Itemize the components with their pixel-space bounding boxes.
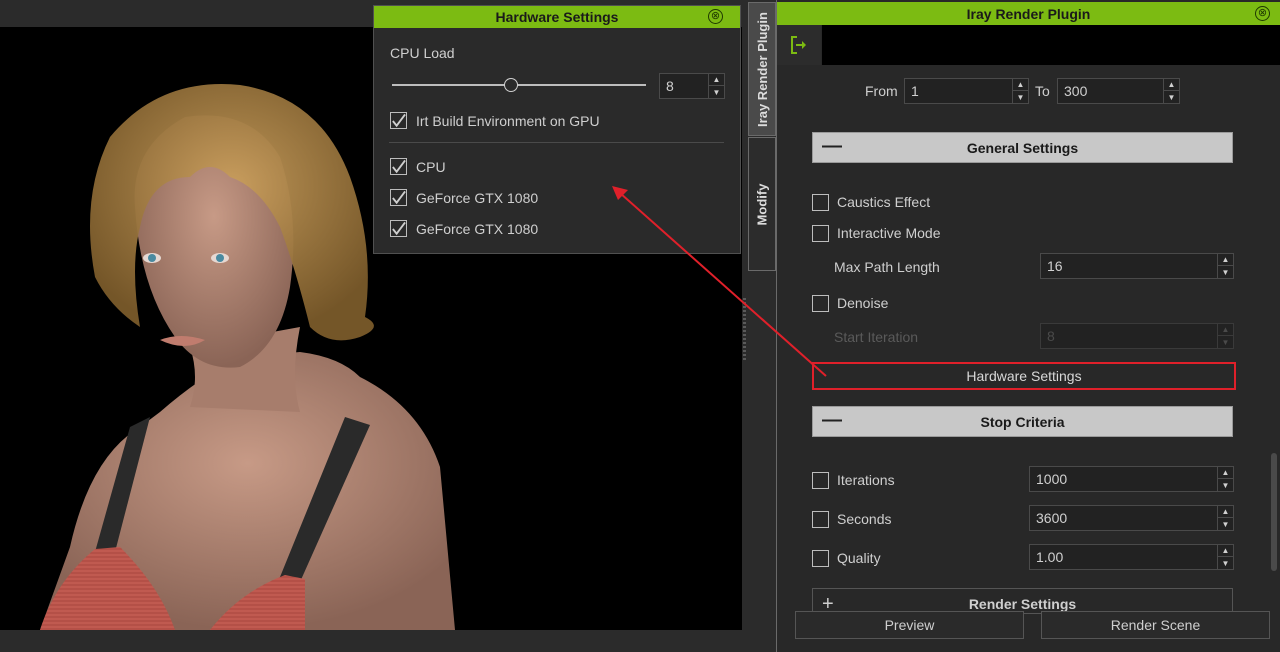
dialog-titlebar[interactable]: Hardware Settings ⊗ <box>374 6 740 28</box>
spin-up-icon[interactable]: ▲ <box>709 74 724 86</box>
tab-label: Iray Render Plugin <box>754 11 770 127</box>
seconds-spinbox[interactable]: ▲▼ <box>1029 505 1234 531</box>
seconds-label: Seconds <box>837 511 892 527</box>
section-title: Stop Criteria <box>980 413 1065 430</box>
device-label: GeForce GTX 1080 <box>416 190 539 206</box>
iterations-label: Iterations <box>837 472 895 488</box>
hardware-settings-dialog: Hardware Settings ⊗ CPU Load ▲▼ Irt Buil… <box>373 5 741 254</box>
collapse-icon: — <box>822 135 842 157</box>
general-settings-header[interactable]: — General Settings <box>812 132 1233 163</box>
tab-iray-render-plugin[interactable]: Iray Render Plugin <box>748 2 776 136</box>
spin-down-icon[interactable]: ▼ <box>1218 266 1233 278</box>
seconds-checkbox[interactable] <box>812 511 829 528</box>
quality-input[interactable] <box>1030 545 1217 569</box>
max-path-length-spinbox[interactable]: ▲▼ <box>1040 253 1234 279</box>
quality-label: Quality <box>837 550 881 566</box>
spin-up-icon[interactable]: ▲ <box>1164 79 1179 91</box>
scrollbar-thumb[interactable] <box>1271 453 1277 571</box>
close-icon[interactable]: ⊗ <box>708 9 723 24</box>
tab-modify[interactable]: Modify <box>748 137 776 271</box>
panel-title: Iray Render Plugin <box>966 5 1091 22</box>
from-label: From <box>865 83 898 99</box>
spin-up-icon[interactable]: ▲ <box>1013 79 1028 91</box>
caustics-effect-label: Caustics Effect <box>837 194 931 210</box>
max-path-length-input[interactable] <box>1041 254 1217 278</box>
iterations-spinbox[interactable]: ▲▼ <box>1029 466 1234 492</box>
interactive-mode-label: Interactive Mode <box>837 225 941 241</box>
collapse-icon: — <box>822 409 842 431</box>
checkmark-icon <box>392 190 406 204</box>
start-iteration-input <box>1041 324 1217 348</box>
spin-down-icon: ▼ <box>1221 337 1230 347</box>
max-path-length-label: Max Path Length <box>834 259 940 275</box>
splitter-grip[interactable] <box>743 298 746 360</box>
spin-up-icon[interactable]: ▲ <box>1218 545 1233 557</box>
stop-criteria-header[interactable]: — Stop Criteria <box>812 406 1233 437</box>
close-icon[interactable]: ⊗ <box>1255 6 1270 21</box>
section-title: General Settings <box>966 139 1079 156</box>
iray-render-plugin-panel: Iray Render Plugin ⊗ From ▲▼ To ▲▼ — Gen… <box>777 0 1280 652</box>
denoise-label: Denoise <box>837 295 889 311</box>
device-label: GeForce GTX 1080 <box>416 221 539 237</box>
hardware-settings-button[interactable]: Hardware Settings <box>812 362 1236 390</box>
start-iteration-label: Start Iteration <box>834 329 919 345</box>
interactive-mode-checkbox[interactable] <box>812 225 829 242</box>
spin-up-icon: ▲ <box>1218 324 1233 336</box>
quality-checkbox[interactable] <box>812 550 829 567</box>
render-scene-button[interactable]: Render Scene <box>1041 611 1270 639</box>
section-title: Render Settings <box>968 596 1077 612</box>
viewport-bottom-strip <box>0 630 745 652</box>
slider-thumb[interactable] <box>504 78 519 92</box>
spin-up-icon[interactable]: ▲ <box>1218 467 1233 479</box>
checkmark-icon <box>392 221 406 235</box>
irt-gpu-checkbox[interactable] <box>390 112 407 129</box>
device-gpu-2-checkbox[interactable] <box>390 220 407 237</box>
spin-up-icon[interactable]: ▲ <box>1218 506 1233 518</box>
seconds-input[interactable] <box>1030 506 1217 530</box>
checkmark-icon <box>392 159 406 173</box>
spin-down-icon[interactable]: ▼ <box>1218 479 1233 491</box>
to-label: To <box>1035 83 1050 99</box>
cpu-load-spinbox[interactable]: ▲▼ <box>659 73 725 99</box>
dialog-title: Hardware Settings <box>495 9 619 25</box>
denoise-checkbox[interactable] <box>812 295 829 312</box>
cpu-load-input[interactable] <box>660 74 708 98</box>
divider <box>389 142 724 143</box>
spin-down-icon[interactable]: ▼ <box>1218 518 1233 530</box>
progress-display <box>822 25 1280 65</box>
preview-button[interactable]: Preview <box>795 611 1024 639</box>
spin-down-icon[interactable]: ▼ <box>1013 91 1028 103</box>
iterations-checkbox[interactable] <box>812 472 829 489</box>
slider-track <box>392 84 646 86</box>
device-cpu-checkbox[interactable] <box>390 158 407 175</box>
spin-up-icon[interactable]: ▲ <box>1218 254 1233 266</box>
irt-gpu-label: Irt Build Environment on GPU <box>416 113 600 129</box>
spin-down-icon[interactable]: ▼ <box>709 86 724 98</box>
to-frame-spinbox[interactable]: ▲▼ <box>1057 78 1180 104</box>
spin-down-icon[interactable]: ▼ <box>1164 91 1179 103</box>
start-iteration-spinbox: ▲▼ <box>1040 323 1234 349</box>
to-frame-input[interactable] <box>1058 79 1163 103</box>
spin-down-icon[interactable]: ▼ <box>1218 557 1233 569</box>
exit-button[interactable] <box>777 25 821 65</box>
panel-titlebar: Iray Render Plugin ⊗ <box>777 2 1280 25</box>
cpu-load-label: CPU Load <box>390 45 455 61</box>
from-frame-input[interactable] <box>905 79 1012 103</box>
side-tab-bar: Iray Render Plugin Modify <box>747 0 777 652</box>
quality-spinbox[interactable]: ▲▼ <box>1029 544 1234 570</box>
from-frame-spinbox[interactable]: ▲▼ <box>904 78 1029 104</box>
caustics-effect-checkbox[interactable] <box>812 194 829 211</box>
exit-arrow-icon <box>791 36 806 54</box>
checkmark-icon <box>392 113 406 127</box>
tab-label: Modify <box>754 183 770 225</box>
iterations-input[interactable] <box>1030 467 1217 491</box>
device-gpu-1-checkbox[interactable] <box>390 189 407 206</box>
device-label: CPU <box>416 159 446 175</box>
cpu-load-slider[interactable] <box>392 78 646 92</box>
